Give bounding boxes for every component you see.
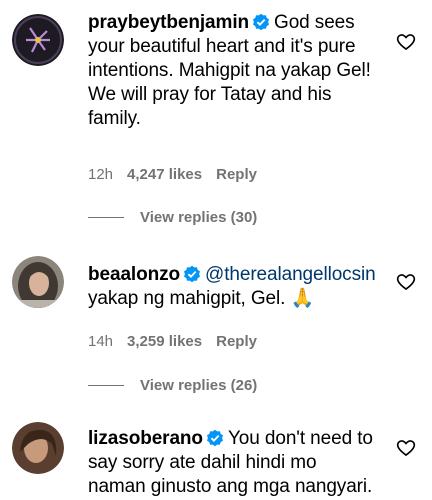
view-replies-button[interactable]: View replies (26) bbox=[88, 377, 257, 394]
avatar-image bbox=[12, 14, 64, 66]
like-heart-icon[interactable] bbox=[396, 32, 416, 52]
comment-item: praybeytbenjamin God sees your beautiful … bbox=[0, 0, 432, 240]
reply-button[interactable]: Reply bbox=[216, 166, 257, 183]
username[interactable]: beaalonzo bbox=[88, 264, 180, 285]
view-replies-button[interactable]: View replies (30) bbox=[88, 209, 257, 226]
verified-badge-icon bbox=[183, 265, 201, 283]
reply-button[interactable]: Reply bbox=[216, 333, 257, 350]
comment-meta: 14h 3,259 likes Reply bbox=[88, 333, 271, 350]
view-replies-label: View replies (26) bbox=[140, 377, 258, 394]
comment-meta: 12h 4,247 likes Reply bbox=[88, 166, 271, 183]
comment-time: 14h bbox=[88, 333, 114, 350]
avatar[interactable] bbox=[12, 422, 64, 474]
comment-item: lizasoberano You don't need to say sorry … bbox=[0, 400, 432, 500]
comment-time: 12h bbox=[88, 166, 114, 183]
username[interactable]: lizasoberano bbox=[88, 428, 203, 449]
avatar-image bbox=[12, 422, 64, 474]
comment-body: beaalonzo @therealangellocsin yakap ng ma… bbox=[88, 263, 378, 311]
comment-item: beaalonzo @therealangellocsin yakap ng ma… bbox=[0, 240, 432, 400]
avatar-image bbox=[12, 256, 64, 308]
username[interactable]: praybeytbenjamin bbox=[88, 12, 249, 33]
comment-body: lizasoberano You don't need to say sorry … bbox=[88, 427, 378, 499]
replies-divider bbox=[88, 217, 124, 218]
avatar[interactable] bbox=[12, 14, 64, 66]
replies-divider bbox=[88, 385, 124, 386]
comment-body: praybeytbenjamin God sees your beautiful … bbox=[88, 11, 386, 131]
like-heart-icon[interactable] bbox=[396, 272, 416, 292]
comment-text: yakap ng mahigpit, Gel. 🙏 bbox=[88, 288, 315, 309]
verified-badge-icon bbox=[206, 429, 224, 447]
verified-badge-icon bbox=[252, 13, 270, 31]
avatar[interactable] bbox=[12, 256, 64, 308]
view-replies-label: View replies (30) bbox=[140, 209, 258, 226]
likes-count[interactable]: 3,259 likes bbox=[127, 333, 202, 350]
like-heart-icon[interactable] bbox=[396, 438, 416, 458]
mention-link[interactable]: @therealangellocsin bbox=[205, 264, 376, 285]
likes-count[interactable]: 4,247 likes bbox=[127, 166, 202, 183]
